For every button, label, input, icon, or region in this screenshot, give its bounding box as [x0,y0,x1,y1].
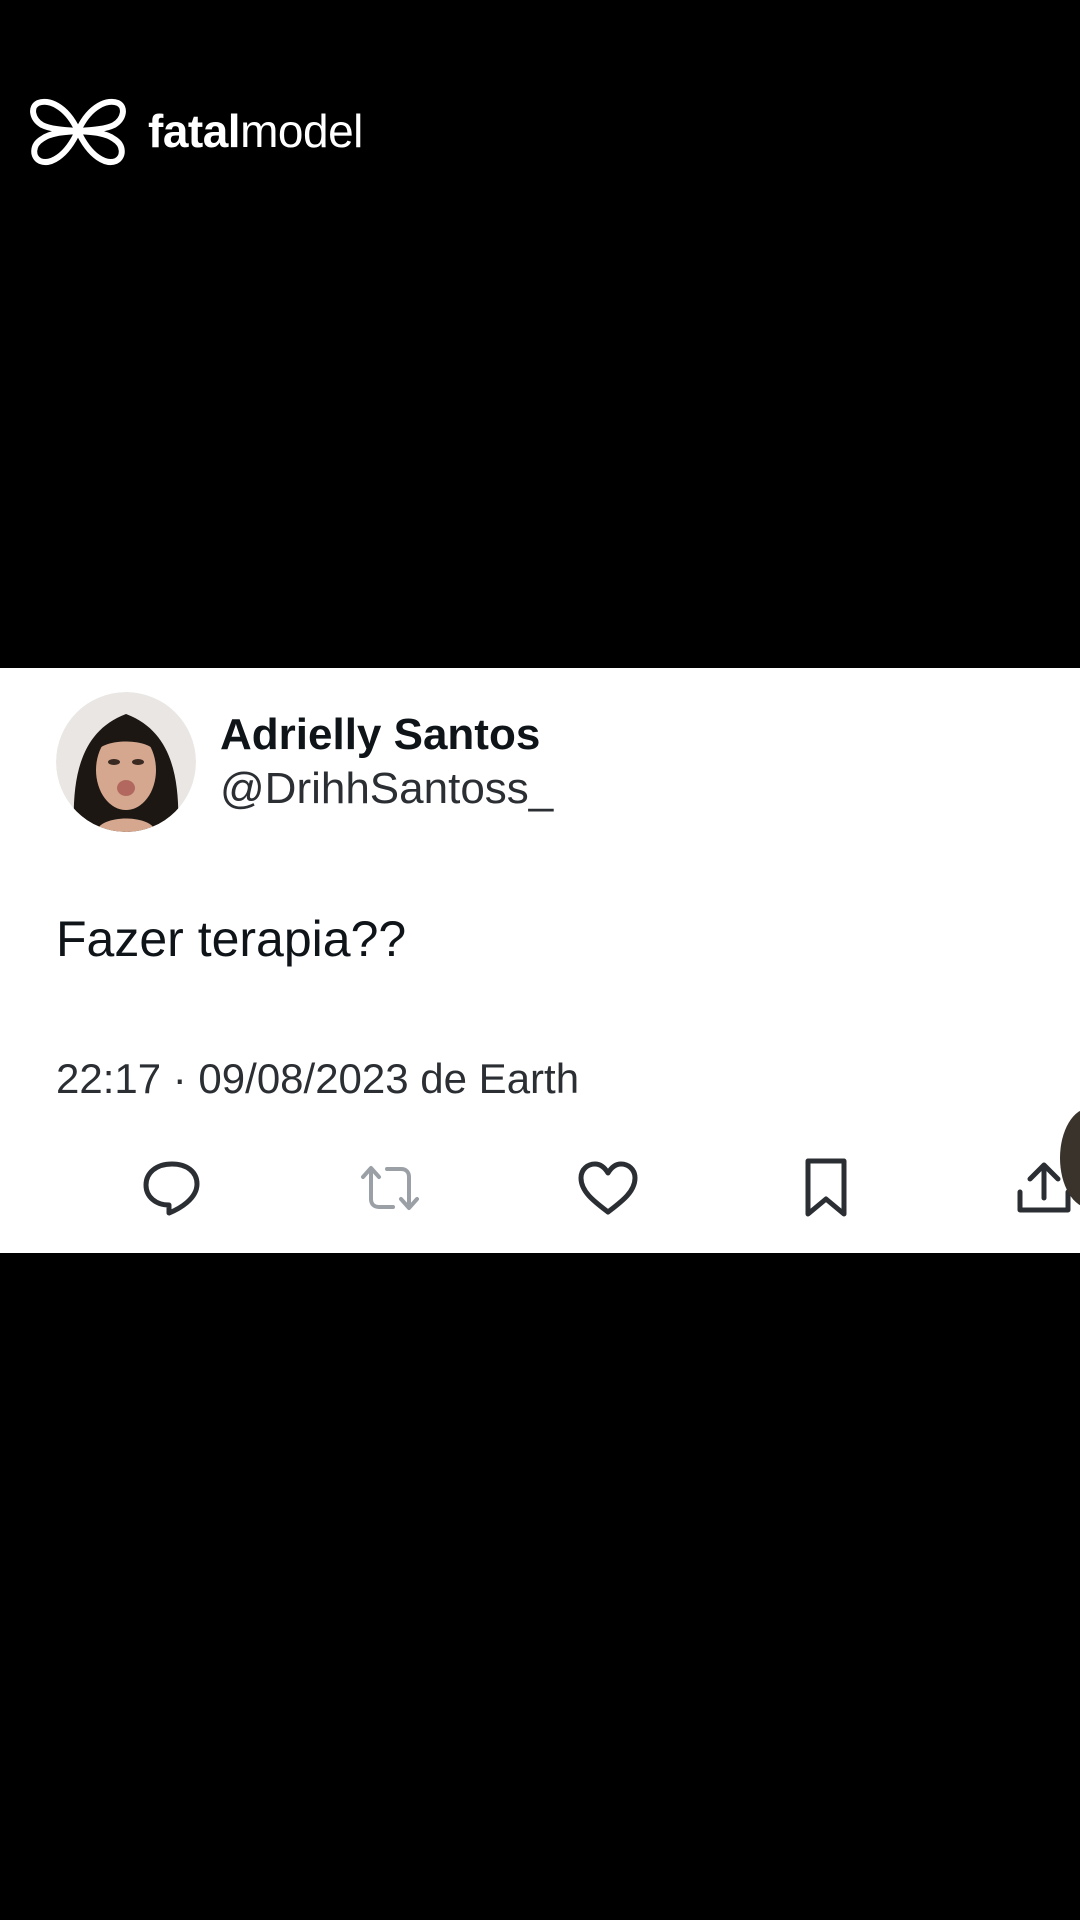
tweet-actions [0,1148,1080,1248]
tweet-text: Fazer terapia?? [56,911,407,967]
avatar[interactable] [56,692,196,832]
retweet-icon [361,1166,419,1210]
butterfly-logo-icon [30,98,126,165]
display-name[interactable]: Adrielly Santos [220,708,553,762]
reply-button[interactable] [132,1148,212,1228]
tweet-card: Adrielly Santos @DrihhSantoss_ Fazer ter… [0,668,1080,1253]
retweet-button[interactable] [350,1148,430,1228]
tweet-header: Adrielly Santos @DrihhSantoss_ [56,692,553,832]
brand-name-bold: fatal [148,105,241,157]
brand-name: fatal model [148,108,363,154]
author-names: Adrielly Santos @DrihhSantoss_ [220,708,553,816]
heart-icon [578,1161,638,1215]
user-handle[interactable]: @DrihhSantoss_ [220,762,553,816]
tweet-timestamp[interactable]: 22:17 · 09/08/2023 de Earth [56,1058,579,1100]
brand-name-light: model [240,105,363,157]
brand-watermark: fatal model [28,92,363,170]
bookmark-icon [805,1158,847,1217]
reply-icon [143,1161,200,1216]
like-button[interactable] [568,1148,648,1228]
bookmark-button[interactable] [786,1148,866,1228]
